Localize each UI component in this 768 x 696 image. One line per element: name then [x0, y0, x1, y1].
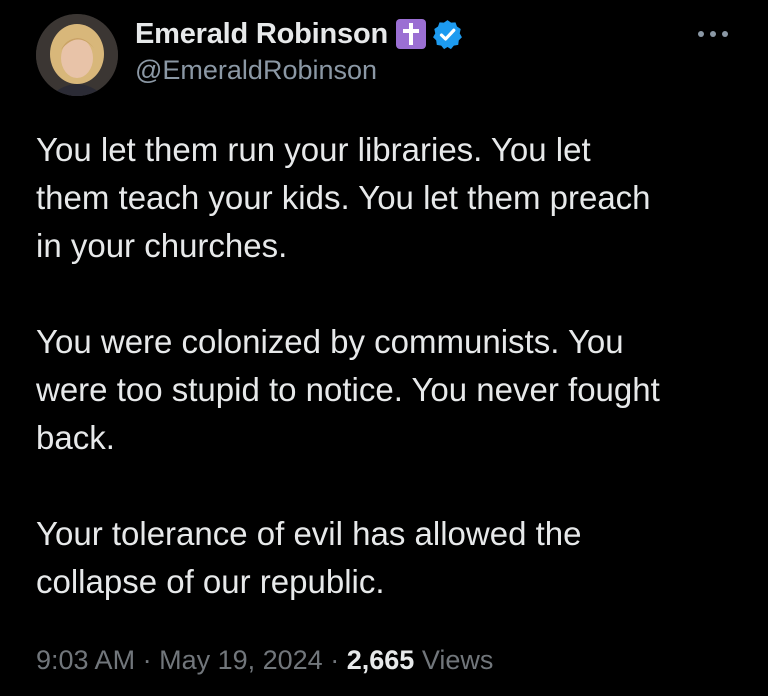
tweet-paragraph: Your tolerance of evil has allowed the c… — [36, 515, 582, 600]
avatar-image — [36, 14, 118, 96]
author-display-name[interactable]: Emerald Robinson — [135, 18, 388, 51]
tweet-meta: 9:03 AM · May 19, 2024 · 2,665 Views — [36, 645, 493, 676]
tweet-paragraph: You let them run your libraries. You let… — [36, 131, 651, 264]
tweet-time[interactable]: 9:03 AM — [36, 645, 135, 675]
views-label: Views — [421, 645, 494, 675]
tweet-text: You let them run your libraries. You let… — [36, 126, 751, 654]
author-name-row: Emerald Robinson — [135, 15, 464, 53]
meta-separator: · — [142, 645, 152, 675]
meta-separator: · — [330, 645, 340, 675]
more-options-button[interactable] — [694, 22, 732, 46]
cross-icon — [396, 19, 426, 49]
verified-icon[interactable] — [431, 18, 464, 51]
views-count: 2,665 — [346, 645, 415, 675]
author-handle[interactable]: @EmeraldRobinson — [135, 55, 377, 86]
avatar[interactable] — [36, 14, 118, 96]
tweet-date[interactable]: May 19, 2024 — [159, 645, 323, 675]
tweet-paragraph: You were colonized by communists. You we… — [36, 323, 660, 456]
more-dots-icon — [698, 31, 728, 37]
